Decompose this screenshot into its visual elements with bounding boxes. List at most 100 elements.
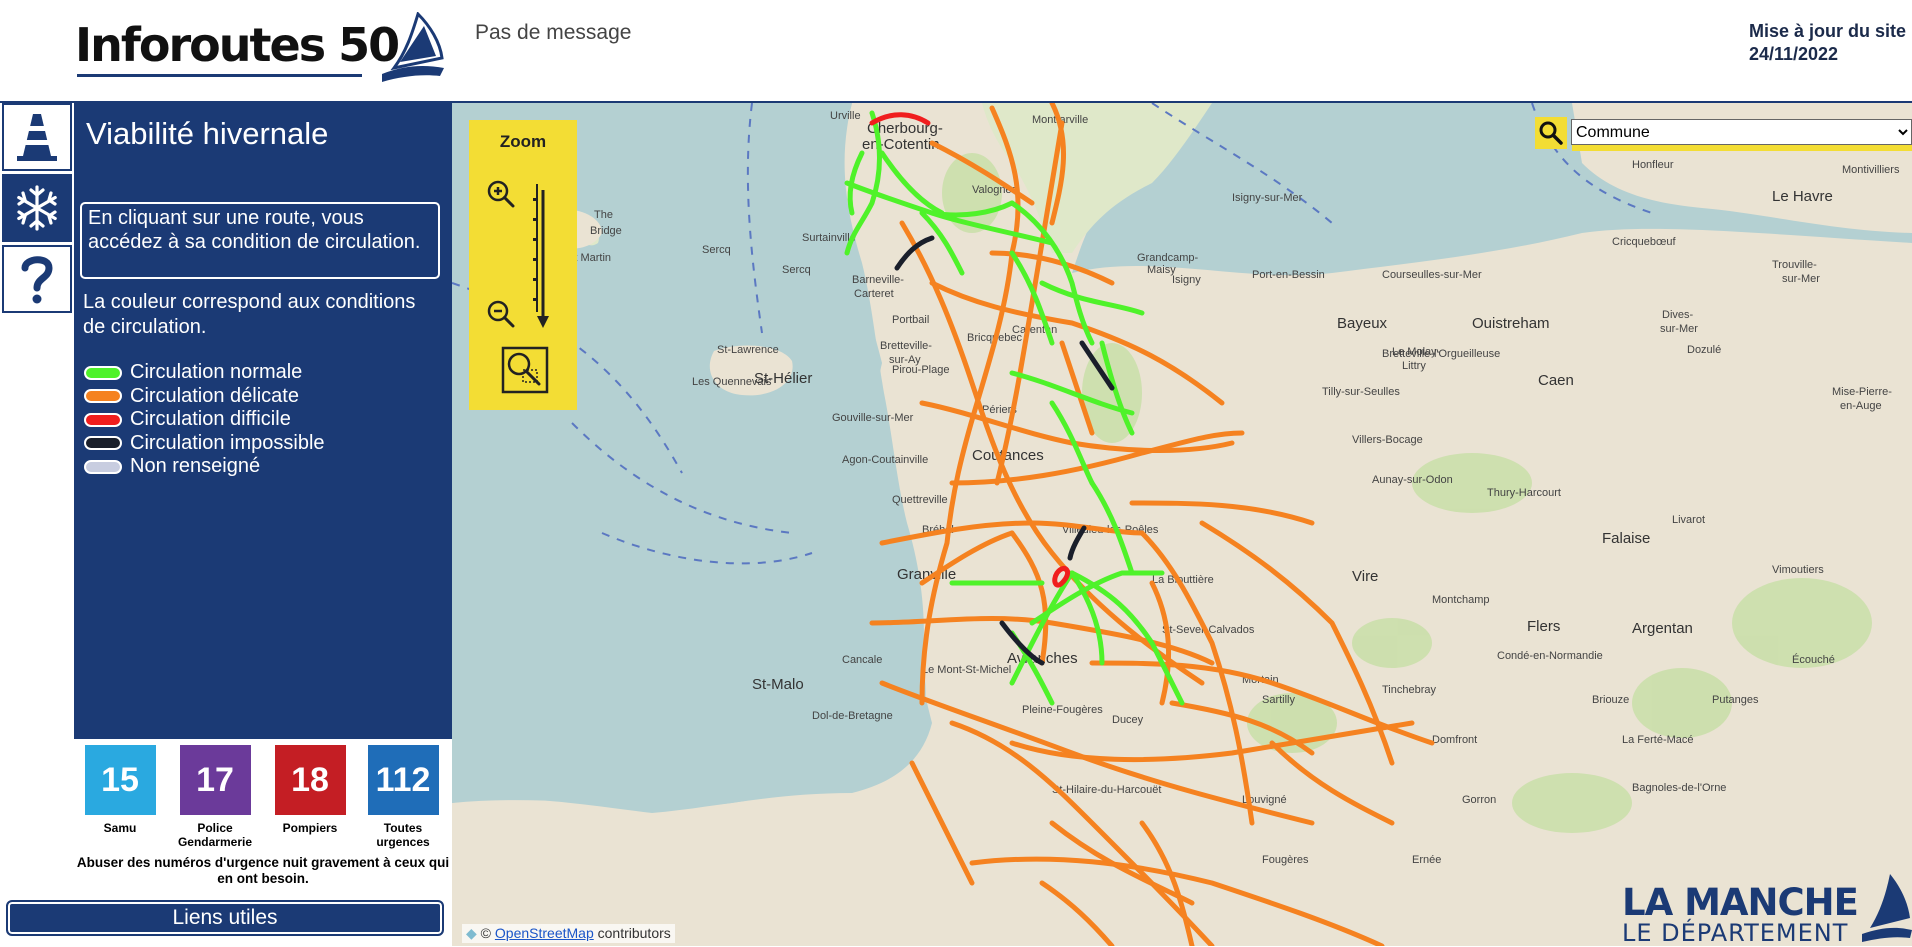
legend-item: Circulation difficile (84, 408, 325, 432)
traffic-cone-icon (17, 114, 57, 161)
emergency-label: Toutes urgences (376, 821, 430, 849)
svg-text:Montchamp: Montchamp (1432, 594, 1489, 606)
emergency-button-112[interactable]: 112 (367, 745, 439, 815)
svg-text:Tinchebray: Tinchebray (1382, 684, 1437, 696)
search-button[interactable] (1535, 117, 1567, 149)
svg-text:St-Hélier: St-Hélier (754, 370, 812, 387)
svg-text:en-Cotentin: en-Cotentin (862, 136, 940, 153)
svg-text:Gouville-sur-Mer: Gouville-sur-Mer (832, 412, 914, 424)
svg-text:Pleine-Fougères: Pleine-Fougères (1022, 704, 1103, 716)
legend-swatch-impossible (84, 436, 122, 451)
svg-text:Surtainville: Surtainville (802, 232, 856, 244)
svg-text:Dives-: Dives- (1662, 309, 1694, 321)
svg-text:Aunay-sur-Odon: Aunay-sur-Odon (1372, 474, 1453, 486)
commune-select[interactable]: Commune (1571, 119, 1912, 145)
svg-text:Bretteville-l'Orgueilleuse: Bretteville-l'Orgueilleuse (1382, 348, 1500, 360)
tab-viabilite[interactable] (2, 174, 72, 242)
svg-text:Domfront: Domfront (1432, 734, 1477, 746)
svg-text:Argentan: Argentan (1632, 620, 1693, 637)
svg-text:La Ferté-Macé: La Ferté-Macé (1622, 734, 1694, 746)
svg-text:Livarot: Livarot (1672, 514, 1705, 526)
svg-text:Courseulles-sur-Mer: Courseulles-sur-Mer (1382, 269, 1482, 281)
update-info: Mise à jour du site 24/11/2022 (1749, 20, 1906, 66)
zoom-box-icon[interactable] (501, 346, 549, 394)
svg-text:Putanges: Putanges (1712, 694, 1759, 706)
svg-text:Honfleur: Honfleur (1632, 159, 1674, 171)
snowflake-icon (17, 185, 57, 231)
emergency-item-112: 112 Toutes urgences (365, 745, 441, 849)
svg-text:sur-Mer: sur-Mer (1660, 323, 1698, 335)
useful-links-button[interactable]: Liens utiles (6, 900, 444, 936)
question-icon (21, 256, 53, 304)
svg-text:Bagnoles-de-l'Orne: Bagnoles-de-l'Orne (1632, 782, 1726, 794)
svg-text:Barneville-: Barneville- (852, 274, 904, 286)
attribution-suffix: contributors (597, 925, 671, 941)
site-logo[interactable]: Inforoutes 50 (75, 18, 400, 72)
svg-text:Agon-Coutainville: Agon-Coutainville (842, 454, 928, 466)
map-view[interactable]: Cherbourg- en-Cotentin Urville The Bridg… (452, 103, 1912, 946)
svg-text:Ernée: Ernée (1412, 854, 1441, 866)
emergency-button-pompiers[interactable]: 18 (274, 745, 346, 815)
tab-travaux[interactable] (2, 103, 72, 171)
info-message: Pas de message (475, 21, 632, 44)
svg-text:St-Lawrence: St-Lawrence (717, 344, 779, 356)
svg-text:sur-Mer: sur-Mer (1782, 273, 1820, 285)
update-date: 24/11/2022 (1748, 44, 1839, 64)
svg-text:Vire: Vire (1352, 568, 1378, 585)
panel-title: Viabilité hivernale (86, 116, 329, 151)
legend-swatch-non-renseigne (84, 459, 122, 474)
svg-text:Ducey: Ducey (1112, 714, 1144, 726)
svg-text:Sercq: Sercq (702, 244, 731, 256)
legend-label: Circulation délicate (130, 384, 299, 407)
emergency-button-police[interactable]: 17 (179, 745, 251, 815)
legend-swatch-difficile (84, 412, 122, 427)
svg-text:Sartilly: Sartilly (1262, 694, 1296, 706)
svg-text:Thury-Harcourt: Thury-Harcourt (1487, 487, 1561, 499)
osm-icon: ◆ (466, 925, 477, 941)
department-logo[interactable]: LA MANCHE LE DÉPARTEMENT (1622, 884, 1859, 947)
svg-text:Villers-Bocage: Villers-Bocage (1352, 434, 1423, 446)
legend: Circulation normale Circulation délicate… (84, 361, 325, 479)
emergency-item-police: 17 Police Gendarmerie (177, 745, 253, 849)
search-icon (1539, 121, 1563, 145)
legend-item: Circulation impossible (84, 432, 325, 456)
svg-text:Littry: Littry (1402, 360, 1426, 372)
svg-text:Carteret: Carteret (854, 288, 894, 300)
sidebar-panel: Viabilité hivernale En cliquant sur une … (74, 103, 452, 739)
svg-text:Bridge: Bridge (590, 225, 622, 237)
zoom-out-icon[interactable] (485, 298, 517, 330)
map-canvas[interactable]: Cherbourg- en-Cotentin Urville The Bridg… (452, 103, 1912, 946)
svg-text:The: The (594, 209, 613, 221)
svg-text:Isigny-sur-Mer: Isigny-sur-Mer (1232, 192, 1303, 204)
emergency-label: Police Gendarmerie (177, 821, 253, 849)
legend-item: Circulation délicate (84, 385, 325, 409)
svg-text:St-Malo: St-Malo (752, 676, 804, 693)
tab-aide[interactable] (2, 245, 72, 313)
emergency-warning: Abuser des numéros d'urgence nuit gravem… (76, 855, 450, 886)
svg-text:Isigny: Isigny (1172, 274, 1201, 286)
sail-logo-icon (382, 12, 444, 82)
tab-strip (0, 103, 74, 946)
color-hint: La couleur correspond aux conditions de … (83, 291, 416, 338)
svg-text:Trouville-: Trouville- (1772, 259, 1817, 271)
osm-link[interactable]: OpenStreetMap (495, 925, 594, 941)
svg-text:Tilly-sur-Seulles: Tilly-sur-Seulles (1322, 386, 1400, 398)
department-subtitle: LE DÉPARTEMENT (1622, 919, 1849, 947)
svg-text:Dozulé: Dozulé (1687, 344, 1721, 356)
zoom-panel: Zoom (469, 120, 577, 410)
legend-swatch-normal (84, 365, 122, 380)
emergency-button-samu[interactable]: 15 (84, 745, 156, 815)
zoom-in-icon[interactable] (485, 178, 517, 210)
svg-text:Sercq: Sercq (782, 264, 811, 276)
svg-text:Dol-de-Bretagne: Dol-de-Bretagne (812, 710, 893, 722)
svg-text:Le Mont-St-Michel: Le Mont-St-Michel (922, 664, 1011, 676)
legend-label: Non renseigné (130, 455, 261, 478)
svg-text:Flers: Flers (1527, 618, 1560, 635)
emergency-label: Pompiers (282, 821, 338, 835)
svg-text:Urville: Urville (830, 110, 861, 122)
svg-text:Mise-Pierre-: Mise-Pierre- (1832, 386, 1892, 398)
svg-text:Portbail: Portbail (892, 314, 929, 326)
legend-item: Circulation normale (84, 361, 325, 385)
zoom-slider[interactable] (529, 180, 553, 330)
site-header: Inforoutes 50 Pas de message Mise à jour… (0, 0, 1912, 103)
